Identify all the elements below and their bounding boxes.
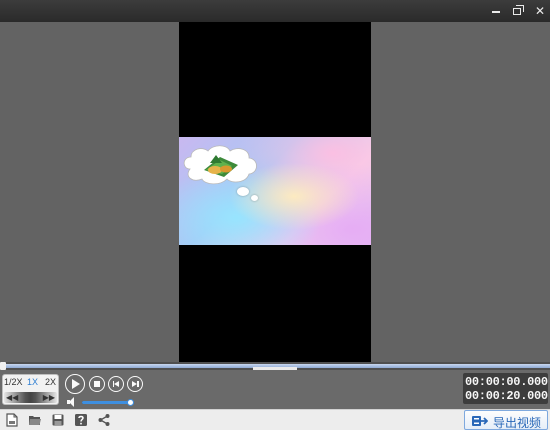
preview-workspace (0, 22, 550, 362)
play-button[interactable] (65, 374, 85, 394)
minimize-button[interactable] (487, 2, 505, 20)
save-icon[interactable] (51, 413, 65, 427)
open-folder-icon[interactable] (28, 413, 42, 427)
title-bar: ✕ (0, 0, 550, 22)
next-frame-button[interactable] (127, 376, 143, 392)
previous-frame-button[interactable] (108, 376, 124, 392)
minimize-icon (492, 11, 500, 13)
current-time: 00:00:00.000 (465, 375, 548, 389)
bottom-toolbar: 导出视频 (0, 409, 550, 430)
slower-icon[interactable]: ◀◀ (6, 392, 18, 403)
export-video-button[interactable]: 导出视频 (464, 410, 548, 430)
stop-icon (94, 381, 100, 387)
volume-slider[interactable] (82, 401, 132, 404)
close-icon: ✕ (534, 4, 546, 18)
video-frame (179, 137, 371, 245)
speed-2x-option[interactable]: 2X (45, 377, 56, 387)
close-button[interactable]: ✕ (531, 2, 549, 20)
time-display: 00:00:00.000 00:00:20.000 (463, 373, 548, 404)
play-icon (72, 378, 80, 389)
faster-icon[interactable]: ▶▶ (43, 392, 55, 403)
volume-fill (82, 401, 132, 404)
new-file-icon[interactable] (5, 413, 19, 427)
help-icon[interactable] (74, 413, 88, 427)
speed-slider[interactable]: ◀◀ ▶▶ (4, 392, 57, 403)
thought-bubble-sticker (183, 145, 257, 185)
stop-button[interactable] (89, 376, 105, 392)
export-video-label: 导出视频 (493, 416, 542, 430)
timeline-playhead[interactable] (0, 362, 6, 370)
export-icon (472, 416, 488, 426)
share-icon[interactable] (97, 413, 111, 427)
thought-dot-large (237, 187, 249, 196)
speed-1x-option[interactable]: 1X (27, 377, 38, 387)
thought-dot-small (251, 195, 258, 201)
restore-button[interactable] (509, 2, 527, 20)
speed-control: 1/2X 1X 2X ◀◀ ▶▶ (2, 374, 59, 405)
volume-knob[interactable] (127, 399, 134, 406)
playback-controls: 1/2X 1X 2X ◀◀ ▶▶ 00:00:00.000 00:00:20.0… (0, 370, 550, 409)
video-canvas[interactable] (179, 22, 371, 362)
total-duration: 00:00:20.000 (465, 389, 548, 403)
volume-icon[interactable] (67, 397, 79, 407)
speed-half-option[interactable]: 1/2X (4, 377, 23, 387)
